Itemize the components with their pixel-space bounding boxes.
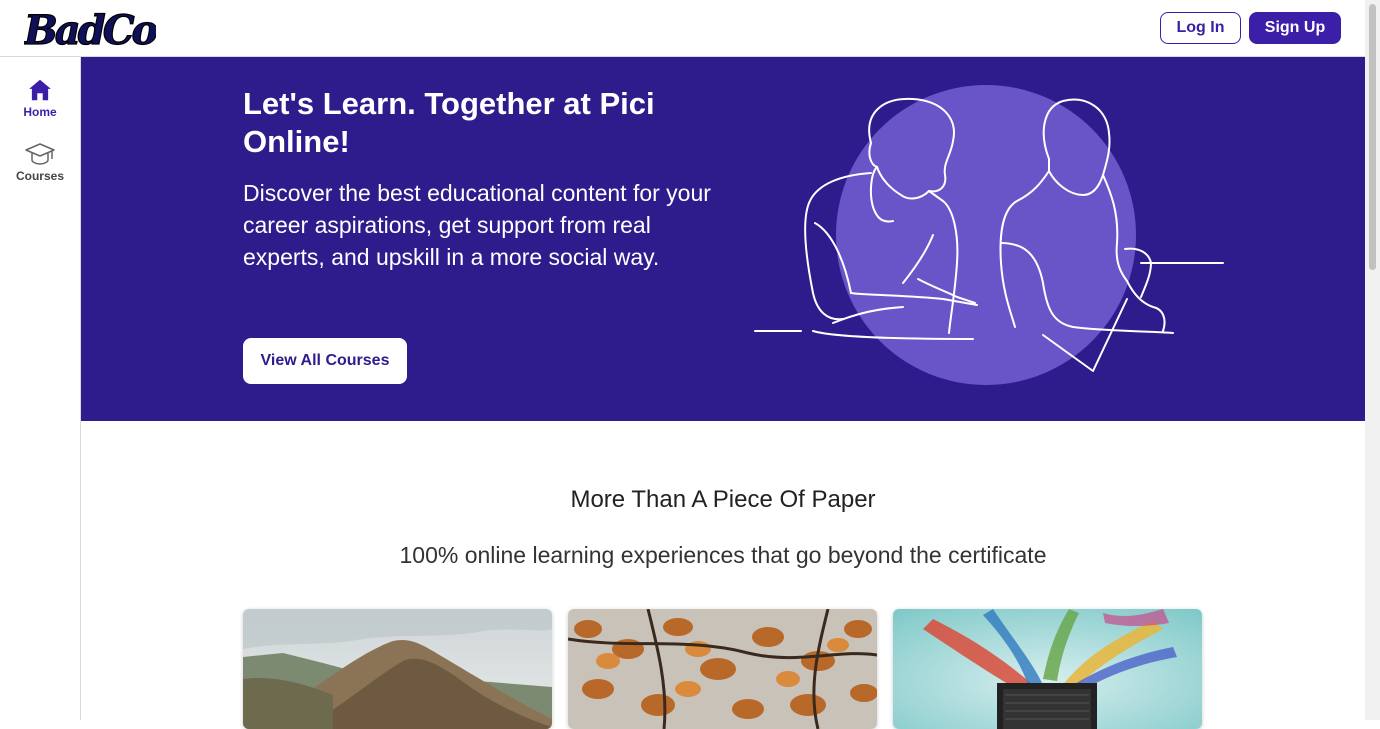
sidebar-item-courses[interactable]: Courses [0,141,80,183]
sidebar-item-home[interactable]: Home [0,77,80,119]
top-header: BadCo Log In Sign Up [0,0,1365,57]
mountain-landscape-image [243,609,552,729]
sidebar-item-label: Courses [15,169,65,183]
hero-description: Discover the best educational content fo… [243,180,711,270]
view-all-courses-button[interactable]: View All Courses [243,338,407,384]
logo-text: BadCo [24,7,156,52]
section-subtitle: 100% online learning experiences that go… [399,542,1047,568]
hero-title: Let's Learn. Together at Pici Online! [243,86,655,159]
sidebar: Home Courses [0,57,81,720]
study-illustration [754,85,1224,385]
signup-button[interactable]: Sign Up [1249,12,1341,44]
feature-card[interactable] [243,609,552,729]
laptop-paint-splash-image [893,609,1202,729]
feature-card[interactable] [568,609,877,729]
section-title: More Than A Piece Of Paper [570,486,876,513]
sidebar-item-label: Home [23,105,57,119]
home-icon [29,79,51,101]
page-scrollbar[interactable] [1365,0,1380,720]
graduation-cap-icon [25,143,55,165]
login-button[interactable]: Log In [1160,12,1241,44]
brand-logo[interactable]: BadCo [22,6,161,54]
scrollbar-thumb[interactable] [1369,4,1376,270]
feature-card[interactable] [893,609,1202,729]
hero-banner: Let's Learn. Together at Pici Online! Di… [81,57,1365,421]
autumn-leaves-image [568,609,877,729]
